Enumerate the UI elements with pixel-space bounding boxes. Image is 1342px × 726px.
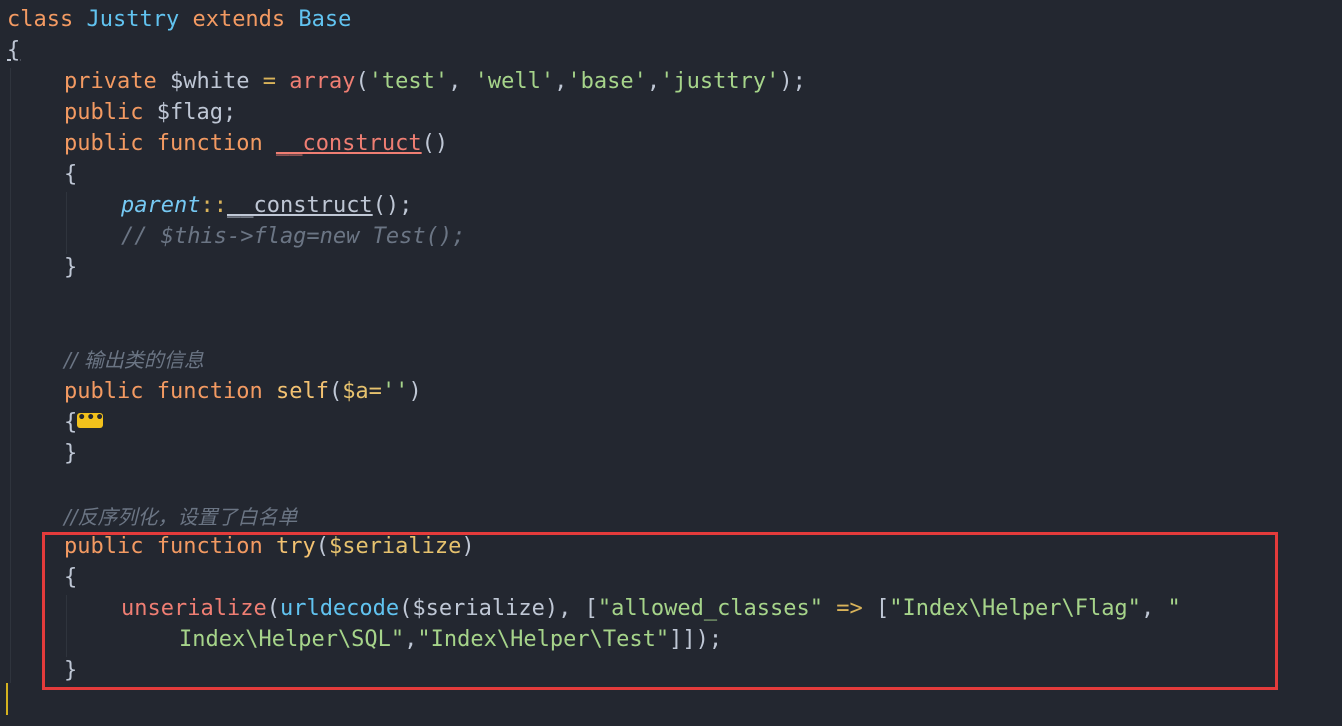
code-line-8: // $this->flag=new Test();: [121, 224, 466, 249]
code-line-comment-output: // 输出类的信息: [64, 348, 204, 372]
code-line-6: {: [64, 162, 78, 187]
text-cursor: [6, 683, 8, 715]
code-line-4: public $flag;: [64, 100, 237, 125]
highlight-box: [42, 532, 1278, 690]
code-line-2: {: [7, 38, 21, 63]
code-line-folded-body: {•••: [64, 409, 105, 435]
code-line-self-function: public function self($a=''): [64, 379, 422, 404]
code-line-9: }: [64, 255, 78, 280]
code-line-7: parent::__construct();: [121, 193, 413, 218]
fold-ellipsis-icon[interactable]: •••: [77, 411, 104, 428]
code-line-3: private $white = array('test', 'well','b…: [64, 69, 806, 94]
code-editor[interactable]: class Justtry extends Base { private $wh…: [0, 0, 1342, 726]
indent-guide: [66, 192, 67, 254]
code-line-1: class Justtry extends Base: [7, 7, 352, 32]
code-line-close-self: }: [64, 441, 78, 466]
code-line-comment-unserialize: //反序列化，设置了白名单: [64, 505, 298, 529]
code-line-5: public function __construct(): [64, 131, 449, 156]
indent-guide: [10, 68, 11, 683]
